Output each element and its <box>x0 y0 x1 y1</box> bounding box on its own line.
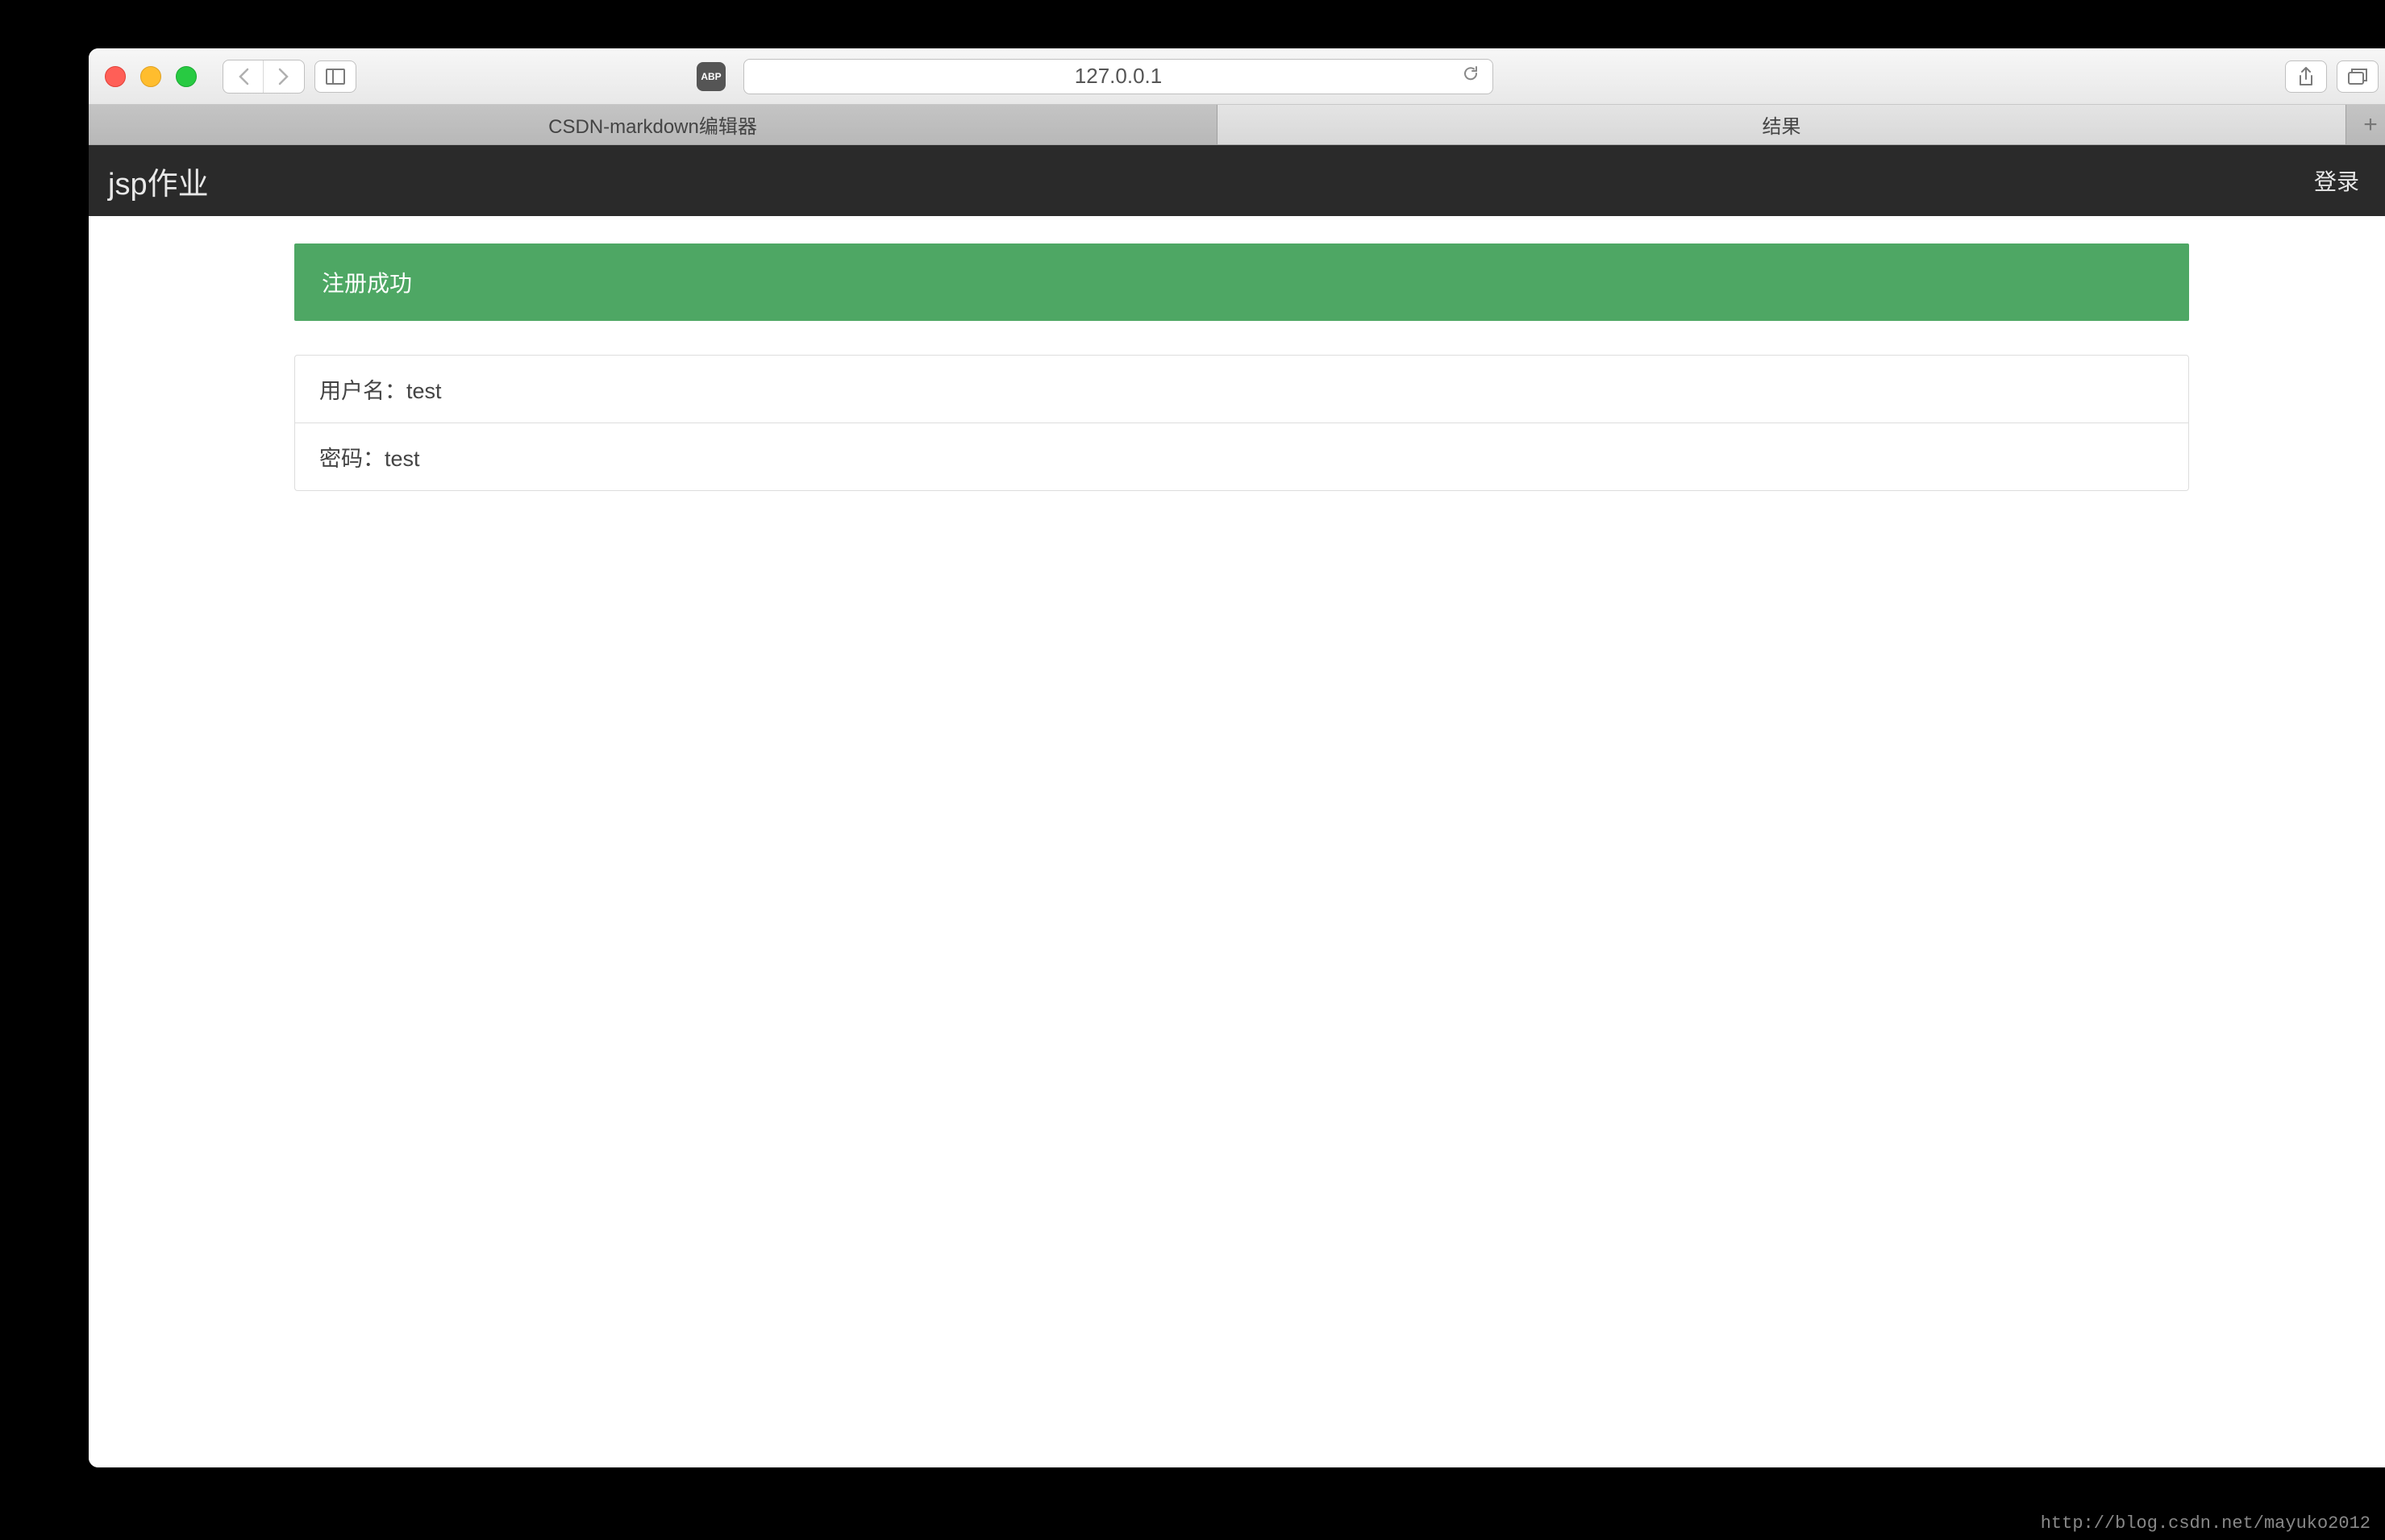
navigation-buttons <box>223 60 305 94</box>
watermark-text: http://blog.csdn.net/mayuko2012 <box>2041 1513 2370 1534</box>
navbar-brand[interactable]: jsp作业 <box>108 159 209 203</box>
address-bar[interactable]: 127.0.0.1 <box>743 59 1493 94</box>
abp-extension-icon[interactable]: ABP <box>697 62 726 91</box>
minimize-window-button[interactable] <box>140 66 161 87</box>
sidebar-toggle-button[interactable] <box>314 60 356 93</box>
page-content: jsp作业 登录 注册成功 用户名：test 密码：test <box>89 145 2385 1467</box>
show-tabs-button[interactable] <box>2337 60 2379 93</box>
password-value: test <box>385 447 420 471</box>
back-button[interactable] <box>223 60 264 93</box>
window-controls <box>105 66 197 87</box>
main-container: 注册成功 用户名：test 密码：test <box>294 216 2189 491</box>
login-link[interactable]: 登录 <box>2314 164 2359 197</box>
username-row: 用户名：test <box>295 356 2188 423</box>
tab-bar: CSDN-markdown编辑器 结果 + <box>89 105 2385 145</box>
tab-csdn-editor[interactable]: CSDN-markdown编辑器 <box>89 105 1217 144</box>
success-alert: 注册成功 <box>294 243 2189 321</box>
site-navbar: jsp作业 登录 <box>89 145 2385 216</box>
alert-message: 注册成功 <box>322 271 412 296</box>
username-label: 用户名： <box>319 379 406 403</box>
password-label: 密码： <box>319 447 385 471</box>
maximize-window-button[interactable] <box>176 66 197 87</box>
tab-label: CSDN-markdown编辑器 <box>548 110 757 139</box>
browser-window: ABP 127.0.0.1 CSDN-markdown编辑器 结果 + <box>89 48 2385 1467</box>
new-tab-button[interactable]: + <box>2346 105 2385 144</box>
browser-toolbar: ABP 127.0.0.1 <box>89 48 2385 105</box>
result-list: 用户名：test 密码：test <box>294 355 2189 491</box>
tab-label: 结果 <box>1763 110 1801 139</box>
close-window-button[interactable] <box>105 66 126 87</box>
reload-icon[interactable] <box>1462 65 1480 88</box>
sidebar-icon <box>326 69 345 85</box>
forward-button[interactable] <box>264 60 304 93</box>
abp-label: ABP <box>701 71 721 82</box>
share-button[interactable] <box>2285 60 2327 93</box>
tab-result[interactable]: 结果 <box>1217 105 2346 144</box>
url-text: 127.0.0.1 <box>1075 64 1162 89</box>
username-value: test <box>406 379 442 403</box>
password-row: 密码：test <box>295 423 2188 490</box>
